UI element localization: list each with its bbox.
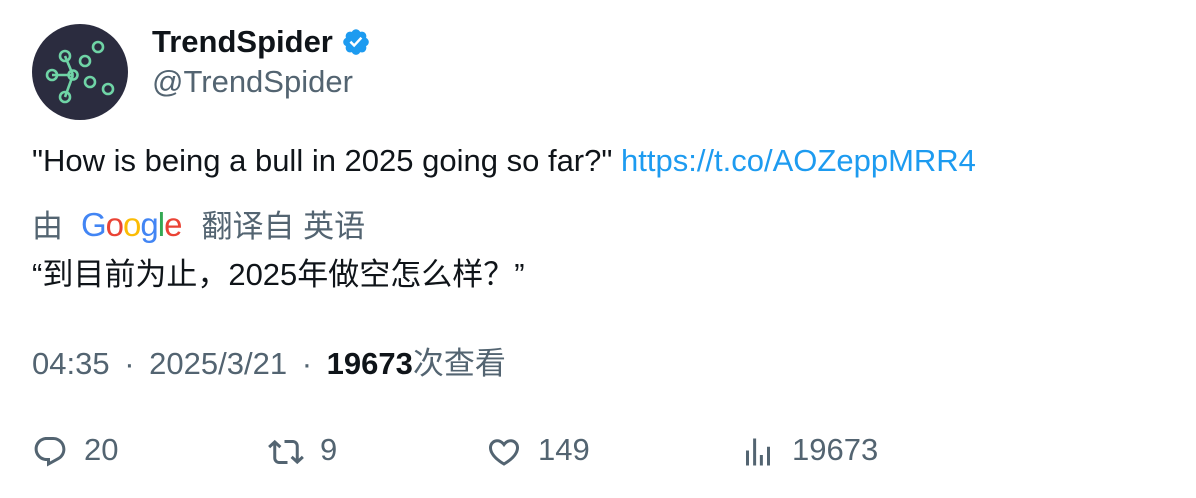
- views-count: 19673: [326, 346, 413, 381]
- tweet-date[interactable]: 2025/3/21: [149, 346, 287, 381]
- retweet-button[interactable]: 9: [268, 428, 337, 476]
- tweet-action-bar: 20 9 149 19673: [0, 428, 1196, 478]
- tweet-time[interactable]: 04:35: [32, 346, 110, 381]
- meta-separator: ·: [124, 346, 135, 381]
- avatar[interactable]: [32, 24, 128, 120]
- reply-icon: [32, 434, 68, 470]
- views-label: 次查看: [412, 346, 506, 381]
- author-handle[interactable]: @TrendSpider: [152, 62, 353, 102]
- tweet-meta: 04:35 · 2025/3/21 · 19673次查看: [32, 344, 506, 384]
- meta-separator: ·: [301, 346, 313, 381]
- network-nodes-icon: [45, 40, 115, 104]
- like-button[interactable]: 149: [486, 428, 590, 476]
- translation-source-label[interactable]: 翻译自 英语: [201, 207, 365, 247]
- tweet-text: "How is being a bull in 2025 going so fa…: [32, 141, 976, 181]
- bar-chart-icon: [740, 434, 776, 470]
- views-action-count: 19673: [792, 432, 879, 467]
- heart-icon: [486, 434, 522, 470]
- tweet-link[interactable]: https://t.co/AOZeppMRR4: [621, 143, 976, 178]
- translation-by-label: 由: [32, 209, 63, 244]
- like-count: 149: [538, 432, 590, 467]
- retweet-icon: [268, 434, 304, 470]
- translation-attribution: 由 Google 翻译自 英语: [32, 206, 365, 247]
- author-display-name[interactable]: TrendSpider: [152, 22, 371, 62]
- author-name-text[interactable]: TrendSpider: [152, 22, 333, 62]
- reply-count: 20: [84, 432, 119, 467]
- translated-text: “到目前为止，2025年做空怎么样？”: [32, 257, 525, 292]
- retweet-count: 9: [320, 432, 338, 467]
- google-logo: Google: [81, 206, 182, 243]
- reply-button[interactable]: 20: [32, 428, 118, 476]
- verified-badge-icon[interactable]: [341, 27, 371, 57]
- tweet-body: "How is being a bull in 2025 going so fa…: [32, 143, 613, 178]
- views-button[interactable]: 19673: [740, 428, 878, 476]
